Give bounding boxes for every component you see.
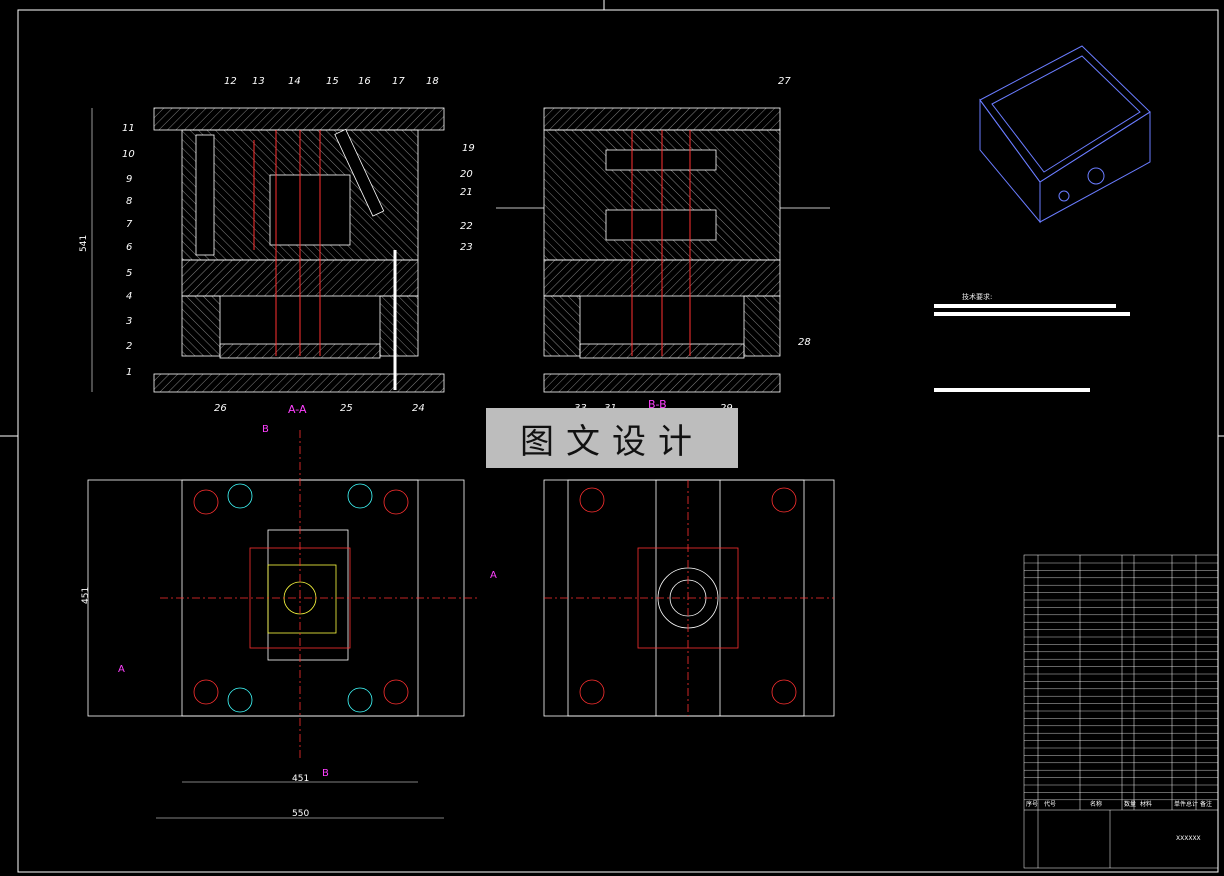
- dimension-plan-width: 451: [292, 774, 309, 784]
- bom-header-cell: 单件: [1174, 800, 1186, 808]
- dimension-outer-width: 550: [292, 809, 309, 819]
- section-b-b-view: [496, 107, 830, 393]
- svg-text:8: 8: [126, 196, 132, 207]
- tech-requirements-bars: [934, 304, 1130, 392]
- svg-text:14: 14: [288, 76, 301, 87]
- callouts-bottom: 26 25 24: [214, 403, 425, 414]
- svg-text:B: B: [262, 424, 269, 435]
- callouts-right: 19 20 21 22 23: [460, 143, 475, 253]
- svg-text:17: 17: [392, 76, 405, 87]
- svg-text:12: 12: [224, 76, 237, 87]
- tech-requirements-title: 技术要求:: [962, 293, 993, 301]
- bom-header-cell: 代号: [1044, 800, 1056, 808]
- svg-text:15: 15: [326, 76, 339, 87]
- watermark-banner: 图文设计: [486, 408, 738, 468]
- svg-text:25: 25: [340, 403, 353, 414]
- section-label-aa: A-A: [288, 403, 307, 416]
- callouts-left: 11 10 9 8 7 6 5 4 3 2 1: [122, 123, 135, 378]
- plan-view-fixed-half: [87, 430, 480, 819]
- bom-header-cell: 备注: [1200, 800, 1212, 808]
- svg-text:541: 541: [79, 235, 89, 252]
- svg-text:3: 3: [126, 316, 132, 327]
- isometric-part-view: [979, 45, 1151, 224]
- svg-text:16: 16: [358, 76, 371, 87]
- svg-text:27: 27: [778, 76, 791, 87]
- bom-rows: 序号 代号 名称 数量 材料 单件 总计 备注: [1024, 562, 1218, 808]
- svg-text:26: 26: [214, 403, 227, 414]
- svg-text:23: 23: [460, 242, 473, 253]
- svg-text:A: A: [118, 664, 125, 675]
- svg-text:13: 13: [252, 76, 265, 87]
- svg-text:4: 4: [126, 291, 132, 302]
- svg-text:2: 2: [126, 341, 132, 352]
- plan-view-moving-half: [543, 479, 835, 717]
- bom-header-cell: 序号: [1026, 800, 1038, 808]
- bom-header-cell: 材料: [1140, 800, 1152, 808]
- svg-text:6: 6: [126, 242, 132, 253]
- svg-text:10: 10: [122, 149, 135, 160]
- svg-text:19: 19: [462, 143, 475, 154]
- dimension-height: 541: [79, 108, 93, 392]
- svg-text:1: 1: [126, 367, 132, 378]
- svg-text:21: 21: [460, 187, 473, 198]
- callouts-top: 12 13 14 15 16 17 18: [224, 76, 439, 87]
- bom-header-cell: 总计: [1186, 800, 1198, 808]
- svg-text:11: 11: [122, 123, 135, 134]
- section-markers: B B A A: [118, 424, 497, 779]
- svg-text:B: B: [322, 768, 329, 779]
- svg-text:18: 18: [426, 76, 439, 87]
- title-block-code: XXXXXX: [1176, 835, 1201, 842]
- bom-header-cell: 名称: [1090, 800, 1102, 808]
- svg-text:28: 28: [798, 337, 811, 348]
- bom-table: [1023, 554, 1219, 869]
- svg-text:7: 7: [126, 219, 133, 230]
- svg-text:A: A: [490, 570, 497, 581]
- svg-text:20: 20: [460, 169, 473, 180]
- svg-text:5: 5: [126, 268, 132, 279]
- svg-text:22: 22: [460, 221, 473, 232]
- section-a-a-view: [153, 107, 445, 393]
- svg-text:9: 9: [126, 174, 132, 185]
- dimension-plan-height: 451: [81, 587, 91, 604]
- bom-header-cell: 数量: [1124, 800, 1136, 808]
- svg-text:24: 24: [412, 403, 425, 414]
